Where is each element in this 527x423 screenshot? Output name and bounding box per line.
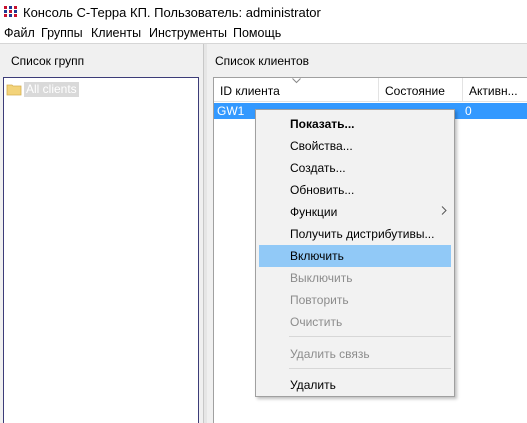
menu-item-label: Повторить (290, 293, 349, 307)
menu-item-label: Удалить (290, 378, 336, 392)
menu-item-label: Удалить связь (290, 347, 370, 361)
sort-chevron-icon (292, 78, 301, 84)
column-header-label: ID клиента (220, 84, 280, 98)
menu-item-properties[interactable]: Свойства... (259, 135, 451, 157)
menu-file[interactable]: Файл (4, 26, 35, 40)
window-title: Консоль С-Терра КП. Пользователь: admini… (23, 5, 321, 20)
menu-item-enable[interactable]: Включить (259, 245, 451, 267)
menu-groups[interactable]: Группы (41, 26, 83, 40)
menu-item-label: Получить дистрибутивы... (290, 227, 435, 241)
menu-bar: Файл Группы Клиенты Инструменты Помощь (0, 24, 527, 43)
menu-item-functions[interactable]: Функции (259, 201, 451, 223)
menu-tools[interactable]: Инструменты (149, 26, 227, 40)
cell-active: 0 (465, 104, 472, 118)
menu-item-label: Свойства... (290, 139, 353, 153)
column-header-client-id[interactable]: ID клиента (214, 78, 379, 102)
cell-client-id: GW1 (217, 104, 245, 118)
menu-item-create[interactable]: Создать... (259, 157, 451, 179)
tree-item-all-clients[interactable]: All clients (6, 81, 79, 97)
menu-item-label: Функции (290, 205, 338, 219)
menu-item-label: Очистить (290, 315, 343, 329)
menu-item-disable: Выключить (259, 267, 451, 289)
tree-item-label: All clients (24, 81, 79, 97)
menu-clients[interactable]: Клиенты (91, 26, 141, 40)
column-header-label: Активн... (469, 84, 518, 98)
context-menu: Показать... Свойства... Создать... Обнов… (255, 109, 455, 397)
column-header-label: Состояние (385, 84, 445, 98)
menu-help[interactable]: Помощь (233, 26, 281, 40)
groups-pane-header: Список групп (11, 54, 85, 68)
clients-pane-header: Список клиентов (215, 54, 310, 68)
column-header-state[interactable]: Состояние (379, 78, 463, 102)
menu-separator (289, 336, 451, 337)
menu-item-repeat: Повторить (259, 289, 451, 311)
menu-item-unlink: Удалить связь (259, 343, 451, 365)
title-bar: Консоль С-Терра КП. Пользователь: admini… (0, 0, 527, 24)
divider (0, 43, 527, 44)
submenu-chevron-icon (441, 206, 447, 215)
menu-item-label: Включить (290, 249, 344, 263)
menu-item-clear: Очистить (259, 311, 451, 333)
menu-item-refresh[interactable]: Обновить... (259, 179, 451, 201)
menu-item-get-distributions[interactable]: Получить дистрибутивы... (259, 223, 451, 245)
column-header-active[interactable]: Активн... (463, 78, 527, 102)
menu-item-label: Показать... (290, 117, 355, 131)
menu-item-label: Выключить (290, 271, 353, 285)
groups-tree[interactable]: All clients (3, 77, 199, 423)
menu-item-label: Обновить... (290, 183, 355, 197)
folder-icon (6, 82, 22, 96)
pane-splitter[interactable] (203, 44, 207, 423)
app-logo-icon (3, 5, 19, 19)
menu-item-show[interactable]: Показать... (259, 113, 451, 135)
menu-item-delete[interactable]: Удалить (259, 374, 451, 396)
menu-separator (289, 368, 451, 369)
menu-item-label: Создать... (290, 161, 346, 175)
